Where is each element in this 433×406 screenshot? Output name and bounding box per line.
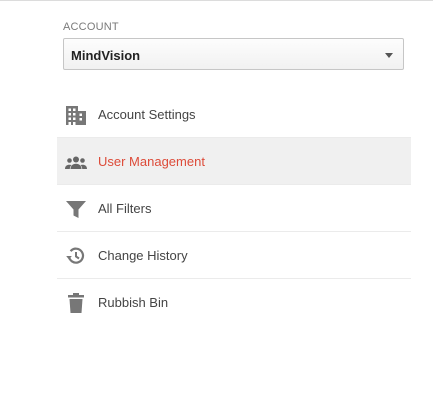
account-nav: Account Settings User Management All Fil… bbox=[57, 91, 411, 326]
nav-item-change-history[interactable]: Change History bbox=[57, 232, 411, 279]
account-label: ACCOUNT bbox=[63, 21, 119, 33]
nav-item-all-filters[interactable]: All Filters bbox=[57, 185, 411, 232]
users-icon bbox=[65, 151, 87, 173]
history-icon bbox=[65, 245, 87, 267]
account-select[interactable]: MindVision bbox=[63, 38, 404, 70]
nav-label-user-management: User Management bbox=[98, 154, 205, 169]
nav-label-change-history: Change History bbox=[98, 248, 188, 263]
nav-item-account-settings[interactable]: Account Settings bbox=[57, 91, 411, 138]
top-divider bbox=[0, 0, 433, 1]
caret-down-icon bbox=[385, 53, 393, 58]
nav-label-all-filters: All Filters bbox=[98, 201, 152, 216]
filter-icon bbox=[65, 198, 87, 220]
building-icon bbox=[65, 104, 87, 126]
trash-icon bbox=[65, 292, 87, 314]
account-selected-value: MindVision bbox=[71, 48, 141, 63]
nav-label-rubbish-bin: Rubbish Bin bbox=[98, 295, 169, 310]
nav-label-account-settings: Account Settings bbox=[98, 107, 196, 122]
nav-item-rubbish-bin[interactable]: Rubbish Bin bbox=[57, 279, 411, 326]
nav-item-user-management[interactable]: User Management bbox=[57, 138, 411, 185]
